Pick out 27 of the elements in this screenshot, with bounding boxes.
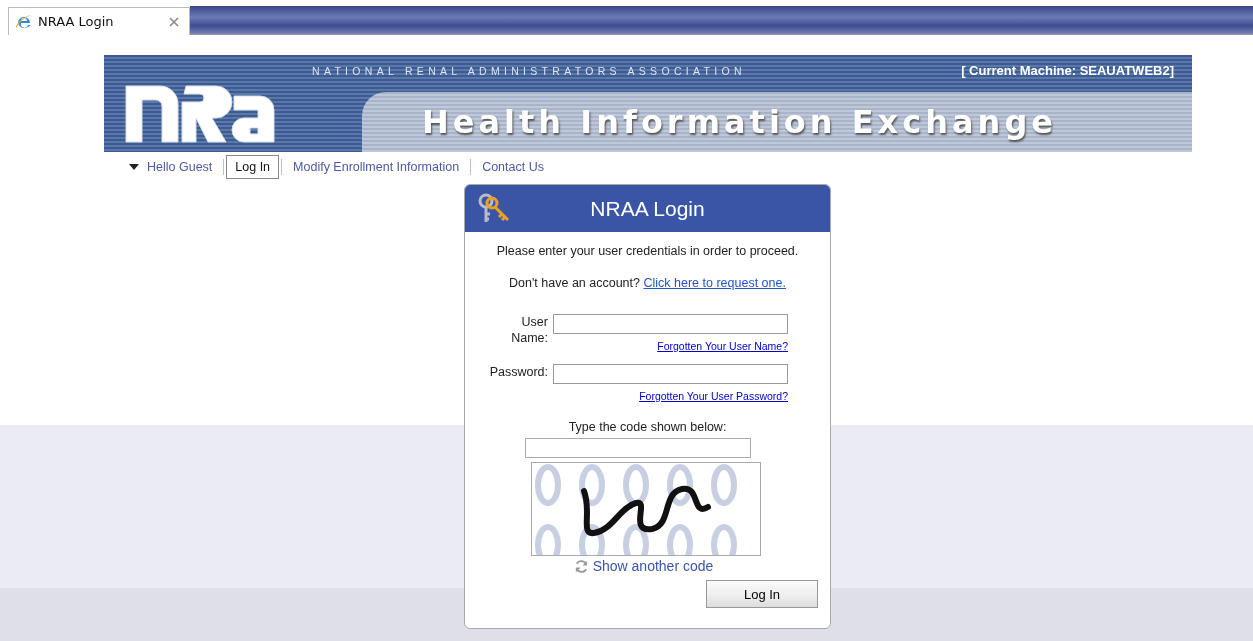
organization-name: NATIONAL RENAL ADMINISTRATORS ASSOCIATION — [312, 64, 746, 77]
forgotten-link[interactable]: Forgotten Your User Password? — [639, 390, 788, 402]
field-label: Password: — [488, 364, 548, 381]
field-label: User Name: — [510, 314, 548, 347]
input-field[interactable] — [553, 364, 788, 384]
caret-icon — [129, 164, 139, 170]
instructions-text: Please enter your user credentials in order to proceed. — [496, 244, 799, 258]
login-title: NRAA Login — [589, 196, 706, 221]
account-prompt: Don't have an account? — [509, 276, 640, 290]
nav-link[interactable]: Log In — [226, 155, 280, 179]
refresh-icon — [573, 558, 589, 574]
captcha-label: Type the code shown below: — [568, 420, 727, 434]
captcha-input[interactable] — [525, 438, 751, 458]
log-in-button[interactable]: Log In — [706, 580, 818, 608]
nav-link[interactable]: Contact Us — [473, 155, 553, 179]
request-account-link[interactable]: Click here to request one. — [643, 276, 786, 290]
tab-title: NRAA Login — [38, 14, 115, 29]
site-title: Health Information Exchange — [422, 103, 1057, 141]
input-field[interactable] — [553, 314, 788, 334]
user-menu[interactable]: Hello Guest — [120, 155, 222, 179]
nav-link[interactable]: Modify Enrollment Information — [284, 155, 469, 179]
machine-label: [ Current Machine: SEAUATWEB2] — [961, 63, 1174, 78]
browser-tab[interactable]: NRAA Login — [8, 7, 190, 35]
forgotten-link[interactable]: Forgotten Your User Name? — [657, 340, 788, 352]
close-icon[interactable] — [169, 16, 179, 27]
browser-logo-icon — [15, 12, 33, 31]
show-another-code-link[interactable]: Show another code — [573, 558, 714, 574]
